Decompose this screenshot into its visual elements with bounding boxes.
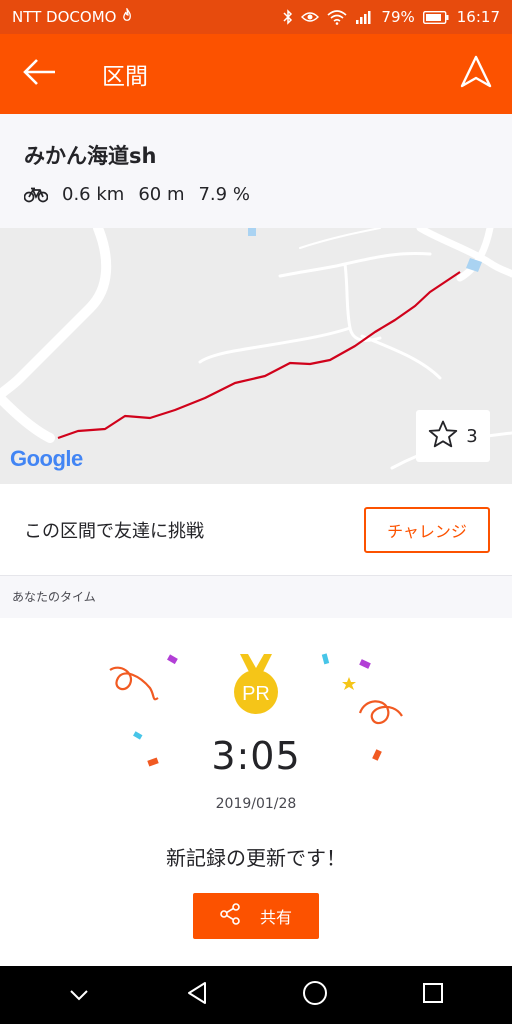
page-title: 区間 <box>102 64 148 90</box>
chevron-down-icon <box>69 986 89 1005</box>
star-icon <box>428 420 458 453</box>
challenge-button[interactable]: チャレンジ <box>364 506 490 553</box>
challenge-text: この区間で友達に挑戦 <box>24 520 204 542</box>
google-wordmark: Google <box>10 446 83 471</box>
flame-icon <box>122 6 132 26</box>
star-count: 3 <box>466 425 478 447</box>
bicycle-icon <box>24 187 48 203</box>
google-attribution: Google <box>10 446 83 472</box>
share-label: 共有 <box>259 908 292 927</box>
share-icon <box>220 903 240 929</box>
result-card: PR 3:05 2019/01/28 新記録の更新です！ 共有 <box>0 618 512 966</box>
effort-date: 2019/01/28 <box>215 796 297 812</box>
your-time-section-label: あなたのタイム <box>0 576 512 618</box>
battery-percent: 79% <box>381 8 415 26</box>
pr-badge-text: PR <box>242 683 270 705</box>
navigate-button[interactable] <box>440 34 512 114</box>
challenge-row: この区間で友達に挑戦 チャレンジ <box>0 484 512 576</box>
app-bar: 区間 <box>0 34 512 114</box>
segment-name: みかん海道sh <box>24 144 157 168</box>
square-recents-icon <box>422 982 444 1008</box>
circle-home-icon <box>302 980 328 1010</box>
segment-distance: 0.6 km <box>62 184 125 205</box>
star-segment-button[interactable]: 3 <box>416 410 490 462</box>
battery-icon <box>422 10 449 24</box>
navigation-arrow-icon <box>459 55 493 93</box>
system-home-button[interactable] <box>285 966 345 1024</box>
pr-medal-icon: PR <box>230 652 282 720</box>
new-record-message: 新記録の更新です！ <box>166 846 346 870</box>
wifi-icon <box>327 9 347 25</box>
triangle-back-icon <box>186 981 208 1009</box>
segment-time: 3:05 <box>211 734 301 778</box>
system-recents-button[interactable] <box>403 966 463 1024</box>
status-bar: NTT DOCOMO 79% 16:17 <box>0 0 512 34</box>
segment-elevation: 60 m <box>138 184 185 205</box>
segment-header: みかん海道sh 0.6 km 60 m 7.9 % <box>0 114 512 228</box>
signal-icon <box>355 10 373 24</box>
segment-grade: 7.9 % <box>198 184 250 205</box>
arrow-left-icon <box>23 58 57 90</box>
clock-time: 16:17 <box>456 8 500 26</box>
bluetooth-icon <box>283 9 293 25</box>
system-navigation-bar <box>0 966 512 1024</box>
carrier-label: NTT DOCOMO <box>12 8 117 26</box>
system-back-button[interactable] <box>167 966 227 1024</box>
share-button[interactable]: 共有 <box>193 893 319 939</box>
back-button[interactable] <box>0 34 80 114</box>
segment-route-line <box>57 271 461 440</box>
eye-icon <box>301 11 320 23</box>
segment-stats: 0.6 km 60 m 7.9 % <box>24 184 488 205</box>
hide-keyboard-button[interactable] <box>49 966 109 1024</box>
